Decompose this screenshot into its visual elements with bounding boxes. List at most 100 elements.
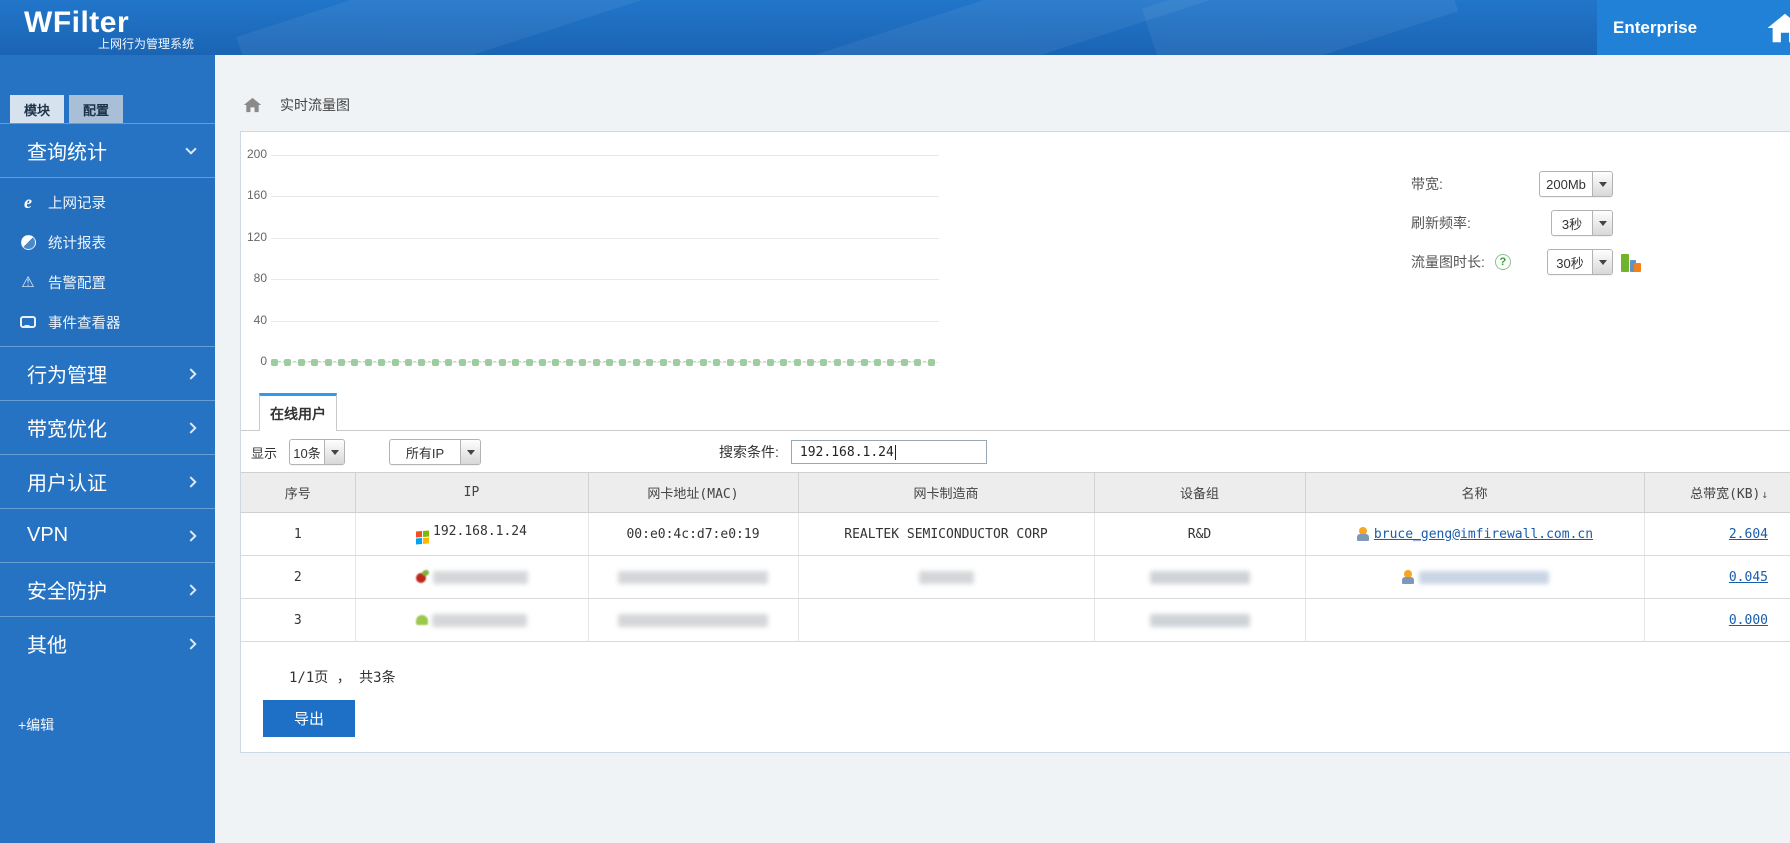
- sidebar-item-alert-config[interactable]: ⚠ 告警配置: [0, 262, 215, 302]
- bandwidth-select-value: 200Mb: [1540, 172, 1592, 196]
- tab-bar: 在线用户: [241, 394, 1790, 431]
- sidebar-item-web-records[interactable]: e 上网记录: [0, 182, 215, 222]
- sidebar-item-label: 告警配置: [48, 272, 106, 293]
- traffic-data-point: [499, 359, 506, 366]
- app-header: WFilter 上网行为管理系统 Enterprise: [0, 0, 1790, 55]
- chevron-right-icon: [185, 584, 196, 595]
- cell-index: 2: [241, 556, 355, 599]
- cell-bandwidth: 2.604: [1644, 513, 1790, 556]
- traffic-data-point: [284, 359, 291, 366]
- bandwidth-link[interactable]: 2.604: [1729, 527, 1768, 542]
- sidebar-item-event-viewer[interactable]: 事件查看器: [0, 302, 215, 342]
- cell-name: [1305, 556, 1644, 599]
- page-size-select[interactable]: 10条: [289, 439, 345, 465]
- apple-icon: [416, 570, 429, 583]
- sort-desc-icon: ↓: [1761, 488, 1768, 501]
- traffic-data-point: [740, 359, 747, 366]
- sidebar-section-auth[interactable]: 用户认证: [0, 454, 215, 508]
- traffic-data-point: [834, 359, 841, 366]
- app-root: WFilter 上网行为管理系统 Enterprise 模块 配置 查询统计 e…: [0, 0, 1790, 843]
- refresh-rate-select-value: 3秒: [1552, 211, 1592, 235]
- sidebar-section-behavior[interactable]: 行为管理: [0, 346, 215, 400]
- chart-gridline: [271, 321, 939, 322]
- traffic-data-point: [298, 359, 305, 366]
- duration-select[interactable]: 30秒: [1547, 249, 1613, 275]
- col-header-vendor[interactable]: 网卡制造商: [798, 473, 1094, 513]
- user-name-link[interactable]: bruce_geng@imfirewall.com.cn: [1374, 527, 1593, 542]
- traffic-data-point: [820, 359, 827, 366]
- traffic-data-point: [767, 359, 774, 366]
- search-input[interactable]: 192.168.1.24: [791, 440, 987, 464]
- bandwidth-link[interactable]: 0.045: [1729, 570, 1768, 585]
- traffic-data-point: [351, 359, 358, 366]
- chevron-right-icon: [185, 422, 196, 433]
- text-caret: [895, 445, 896, 460]
- sidebar-section-vpn[interactable]: VPN: [0, 508, 215, 562]
- traffic-data-point: [271, 359, 278, 366]
- sidebar-tab-modules[interactable]: 模块: [10, 95, 64, 123]
- sidebar-section-security[interactable]: 安全防护: [0, 562, 215, 616]
- col-header-bandwidth[interactable]: 总带宽(KB)↓: [1644, 473, 1790, 513]
- sidebar-edit-link[interactable]: +编辑: [18, 715, 54, 735]
- dropdown-arrow-icon: [1592, 211, 1612, 235]
- bandwidth-link[interactable]: 0.000: [1729, 613, 1768, 628]
- traffic-data-point: [847, 359, 854, 366]
- traffic-chart: 04080120160200: [241, 132, 1241, 382]
- refresh-rate-select[interactable]: 3秒: [1551, 210, 1613, 236]
- traffic-data-point: [713, 359, 720, 366]
- section-label: 安全防护: [27, 575, 107, 604]
- home-icon[interactable]: [243, 97, 262, 113]
- help-icon[interactable]: ?: [1495, 254, 1511, 270]
- col-header-mac[interactable]: 网卡地址(MAC): [588, 473, 798, 513]
- chart-gridline: [271, 238, 939, 239]
- sidebar-item-statistic-reports[interactable]: 统计报表: [0, 222, 215, 262]
- section-label: 行为管理: [27, 359, 107, 388]
- traffic-data-point: [861, 359, 868, 366]
- sidebar: 模块 配置 查询统计 e 上网记录 统计报表 ⚠ 告警配置: [0, 55, 215, 843]
- traffic-data-point: [619, 359, 626, 366]
- traffic-data-point: [807, 359, 814, 366]
- content: 实时流量图 04080120160200 带宽: 200Mb 刷新频率: 3秒: [215, 55, 1790, 843]
- section-label: VPN: [27, 524, 68, 547]
- section-label: 带宽优化: [27, 413, 107, 442]
- tab-online-users[interactable]: 在线用户: [259, 393, 337, 431]
- cell-vendor: [798, 599, 1094, 642]
- chevron-down-icon: [185, 143, 196, 154]
- refresh-rate-label: 刷新频率:: [1411, 213, 1471, 233]
- cell-mac: [588, 599, 798, 642]
- sidebar-section-query-stats[interactable]: 查询统计: [0, 123, 215, 177]
- traffic-data-point: [794, 359, 801, 366]
- traffic-data-point: [700, 359, 707, 366]
- sidebar-section-bandwidth[interactable]: 带宽优化: [0, 400, 215, 454]
- traffic-data-point: [593, 359, 600, 366]
- header-decoration: [1142, 0, 1458, 55]
- bar-chart-icon[interactable]: [1621, 253, 1645, 272]
- redacted-blur: [618, 571, 768, 584]
- cell-index: 3: [241, 599, 355, 642]
- col-header-index[interactable]: 序号: [241, 473, 355, 513]
- bandwidth-select[interactable]: 200Mb: [1539, 171, 1613, 197]
- cell-index: 1: [241, 513, 355, 556]
- edition-label: Enterprise: [1613, 18, 1697, 38]
- traffic-data-point: [566, 359, 573, 366]
- mac-address: 00:e0:4c:d7:e0:19: [626, 527, 759, 542]
- user-icon: [1401, 570, 1415, 584]
- sidebar-item-label: 事件查看器: [48, 312, 121, 333]
- sidebar-tab-config[interactable]: 配置: [69, 95, 123, 123]
- col-header-name[interactable]: 名称: [1305, 473, 1644, 513]
- traffic-data-point: [673, 359, 680, 366]
- duration-control-row: 流量图时长: ? 30秒: [1411, 248, 1613, 276]
- col-header-ip[interactable]: IP: [355, 473, 588, 513]
- ip-filter-select[interactable]: 所有IP: [389, 439, 481, 465]
- show-label: 显示: [251, 443, 277, 462]
- home-icon-partial[interactable]: [1766, 12, 1790, 44]
- dropdown-arrow-icon: [1592, 250, 1612, 274]
- cell-group: R&D: [1094, 513, 1305, 556]
- redacted-blur: [1419, 571, 1549, 584]
- traffic-data-point: [418, 359, 425, 366]
- col-header-group[interactable]: 设备组: [1094, 473, 1305, 513]
- y-axis-tick-label: 120: [241, 230, 267, 244]
- export-button[interactable]: 导出: [263, 700, 355, 737]
- sidebar-section-others[interactable]: 其他: [0, 616, 215, 670]
- dropdown-arrow-icon: [460, 440, 480, 464]
